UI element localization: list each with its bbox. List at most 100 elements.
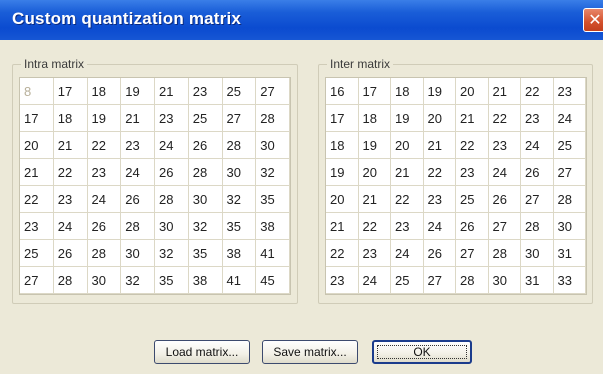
inter-matrix-cell[interactable]: 21 xyxy=(358,186,391,213)
inter-matrix-cell[interactable]: 20 xyxy=(358,159,391,186)
inter-matrix-cell[interactable]: 18 xyxy=(358,105,391,132)
inter-matrix-cell[interactable]: 21 xyxy=(488,78,521,105)
inter-matrix-cell[interactable]: 25 xyxy=(391,267,424,294)
intra-matrix-cell[interactable]: 25 xyxy=(222,78,257,105)
intra-matrix-cell[interactable]: 28 xyxy=(222,132,257,159)
inter-matrix-cell[interactable]: 30 xyxy=(553,213,586,240)
intra-matrix-cell[interactable]: 17 xyxy=(53,78,88,105)
inter-matrix-cell[interactable]: 27 xyxy=(423,267,456,294)
intra-matrix-cell[interactable]: 27 xyxy=(20,267,54,294)
inter-matrix-cell[interactable]: 22 xyxy=(358,213,391,240)
intra-matrix-cell[interactable]: 30 xyxy=(188,186,223,213)
inter-matrix-cell[interactable]: 22 xyxy=(521,78,554,105)
inter-matrix-cell[interactable]: 24 xyxy=(391,240,424,267)
intra-matrix-cell[interactable]: 41 xyxy=(222,267,257,294)
inter-matrix-cell[interactable]: 19 xyxy=(326,159,359,186)
inter-matrix-cell[interactable]: 23 xyxy=(423,186,456,213)
intra-matrix-cell[interactable]: 32 xyxy=(188,213,223,240)
intra-matrix-cell[interactable]: 24 xyxy=(87,186,122,213)
inter-matrix-cell[interactable]: 20 xyxy=(391,132,424,159)
inter-matrix-cell[interactable]: 21 xyxy=(456,105,489,132)
inter-matrix-cell[interactable]: 22 xyxy=(326,240,359,267)
intra-matrix-cell[interactable]: 26 xyxy=(53,240,88,267)
intra-matrix-cell[interactable]: 35 xyxy=(155,267,189,294)
intra-matrix-cell[interactable]: 25 xyxy=(20,240,54,267)
intra-matrix-cell[interactable]: 38 xyxy=(188,267,223,294)
intra-matrix-cell[interactable]: 32 xyxy=(121,267,155,294)
save-matrix-button[interactable]: Save matrix... xyxy=(262,340,358,364)
inter-matrix-cell[interactable]: 20 xyxy=(423,105,456,132)
inter-matrix-cell[interactable]: 23 xyxy=(488,132,521,159)
inter-matrix-cell[interactable]: 24 xyxy=(358,267,391,294)
inter-matrix-cell[interactable]: 23 xyxy=(326,267,359,294)
inter-matrix-cell[interactable]: 27 xyxy=(488,213,521,240)
inter-matrix-cell[interactable]: 27 xyxy=(553,159,586,186)
intra-matrix-cell[interactable]: 26 xyxy=(87,213,122,240)
intra-matrix-cell[interactable]: 23 xyxy=(87,159,122,186)
inter-matrix-cell[interactable]: 26 xyxy=(488,186,521,213)
intra-matrix-cell[interactable]: 26 xyxy=(155,159,189,186)
inter-matrix-cell[interactable]: 26 xyxy=(456,213,489,240)
inter-matrix-cell[interactable]: 22 xyxy=(456,132,489,159)
intra-matrix-cell[interactable]: 18 xyxy=(53,105,88,132)
intra-matrix-cell[interactable]: 20 xyxy=(20,132,54,159)
inter-matrix-cell[interactable]: 19 xyxy=(423,78,456,105)
intra-matrix-cell[interactable]: 19 xyxy=(87,105,122,132)
intra-matrix-cell[interactable]: 27 xyxy=(256,78,290,105)
inter-matrix-cell[interactable]: 28 xyxy=(521,213,554,240)
inter-matrix-cell[interactable]: 31 xyxy=(553,240,586,267)
intra-matrix-cell[interactable]: 24 xyxy=(155,132,189,159)
intra-matrix-cell[interactable]: 38 xyxy=(222,240,257,267)
intra-matrix-cell[interactable]: 25 xyxy=(188,105,223,132)
intra-matrix-cell[interactable]: 28 xyxy=(121,213,155,240)
inter-matrix-cell[interactable]: 17 xyxy=(326,105,359,132)
intra-matrix-cell[interactable]: 32 xyxy=(155,240,189,267)
intra-matrix-cell[interactable]: 28 xyxy=(87,240,122,267)
inter-matrix-cell[interactable]: 25 xyxy=(553,132,586,159)
intra-matrix-cell[interactable]: 22 xyxy=(53,159,88,186)
inter-matrix-cell[interactable]: 24 xyxy=(553,105,586,132)
intra-matrix-cell[interactable]: 24 xyxy=(53,213,88,240)
load-matrix-button[interactable]: Load matrix... xyxy=(154,340,250,364)
title-bar[interactable]: Custom quantization matrix ✕ xyxy=(0,0,603,40)
inter-matrix-cell[interactable]: 26 xyxy=(521,159,554,186)
intra-matrix-cell[interactable]: 21 xyxy=(20,159,54,186)
intra-matrix-cell[interactable]: 28 xyxy=(155,186,189,213)
inter-matrix-cell[interactable]: 27 xyxy=(456,240,489,267)
intra-matrix-cell[interactable]: 45 xyxy=(256,267,290,294)
inter-matrix-cell[interactable]: 22 xyxy=(488,105,521,132)
intra-matrix-cell[interactable]: 35 xyxy=(256,186,290,213)
intra-matrix-cell[interactable]: 21 xyxy=(53,132,88,159)
inter-matrix-cell[interactable]: 27 xyxy=(521,186,554,213)
inter-matrix-cell[interactable]: 19 xyxy=(391,105,424,132)
intra-matrix-cell[interactable]: 26 xyxy=(121,186,155,213)
inter-matrix-cell[interactable]: 30 xyxy=(521,240,554,267)
intra-matrix-cell[interactable]: 21 xyxy=(155,78,189,105)
intra-matrix-cell[interactable]: 23 xyxy=(188,78,223,105)
inter-matrix-cell[interactable]: 31 xyxy=(521,267,554,294)
intra-matrix-cell[interactable]: 41 xyxy=(256,240,290,267)
inter-matrix-cell[interactable]: 24 xyxy=(521,132,554,159)
inter-matrix-cell[interactable]: 28 xyxy=(488,240,521,267)
intra-matrix-cell[interactable]: 32 xyxy=(222,186,257,213)
inter-matrix-cell[interactable]: 23 xyxy=(358,240,391,267)
intra-matrix-cell[interactable]: 22 xyxy=(87,132,122,159)
inter-matrix-cell[interactable]: 20 xyxy=(456,78,489,105)
inter-matrix-cell[interactable]: 21 xyxy=(391,159,424,186)
intra-matrix-cell[interactable]: 30 xyxy=(256,132,290,159)
intra-matrix-cell[interactable]: 27 xyxy=(222,105,257,132)
inter-matrix-cell[interactable]: 22 xyxy=(423,159,456,186)
inter-matrix-cell[interactable]: 28 xyxy=(553,186,586,213)
inter-matrix-cell[interactable]: 23 xyxy=(456,159,489,186)
inter-matrix-cell[interactable]: 23 xyxy=(391,213,424,240)
inter-matrix-cell[interactable]: 20 xyxy=(326,186,359,213)
inter-matrix-cell[interactable]: 24 xyxy=(423,213,456,240)
intra-matrix-cell[interactable]: 22 xyxy=(20,186,54,213)
inter-matrix-cell[interactable]: 22 xyxy=(391,186,424,213)
inter-matrix-cell[interactable]: 21 xyxy=(326,213,359,240)
inter-matrix-cell[interactable]: 16 xyxy=(326,78,359,105)
intra-matrix-cell[interactable]: 21 xyxy=(121,105,155,132)
ok-button[interactable]: OK xyxy=(372,340,472,364)
intra-matrix-cell[interactable]: 18 xyxy=(87,78,122,105)
inter-matrix-cell[interactable]: 26 xyxy=(423,240,456,267)
